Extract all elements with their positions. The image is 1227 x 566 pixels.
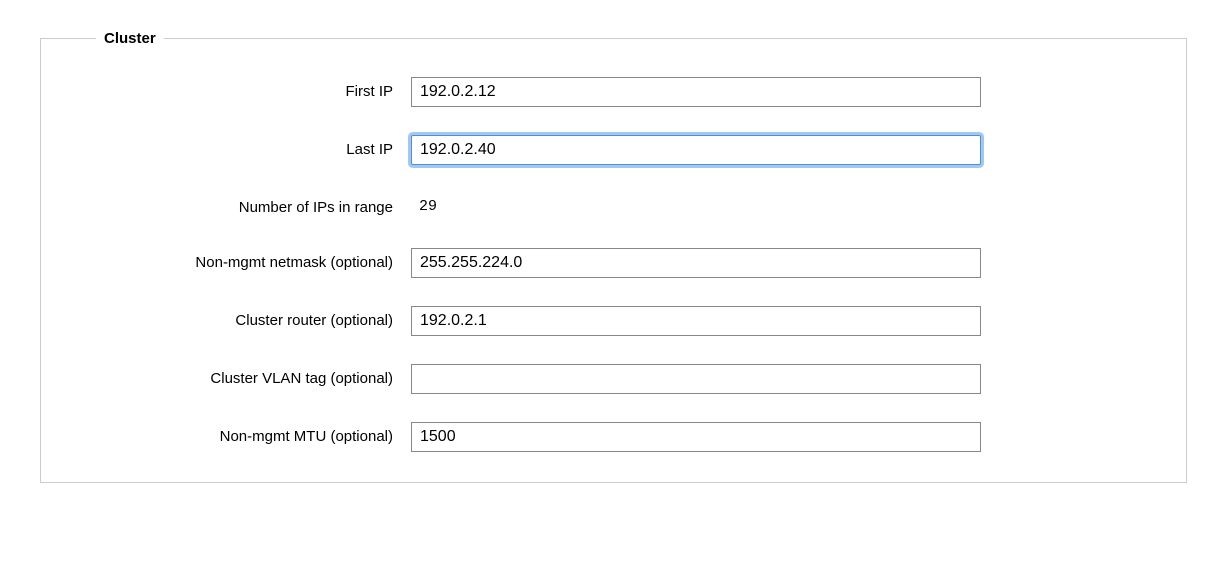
- non-mgmt-mtu-input[interactable]: [411, 422, 981, 452]
- cluster-legend: Cluster: [96, 30, 164, 47]
- row-non-mgmt-mtu: Non-mgmt MTU (optional): [71, 422, 1156, 452]
- first-ip-input[interactable]: [411, 77, 981, 107]
- last-ip-field-cell: [411, 135, 981, 165]
- non-mgmt-netmask-label: Non-mgmt netmask (optional): [71, 248, 411, 273]
- last-ip-input[interactable]: [411, 135, 981, 165]
- row-first-ip: First IP: [71, 77, 1156, 107]
- cluster-router-input[interactable]: [411, 306, 981, 336]
- cluster-router-label: Cluster router (optional): [71, 306, 411, 331]
- ip-count-label: Number of IPs in range: [71, 193, 411, 218]
- cluster-vlan-tag-label: Cluster VLAN tag (optional): [71, 364, 411, 389]
- non-mgmt-netmask-field-cell: [411, 248, 981, 278]
- cluster-router-field-cell: [411, 306, 981, 336]
- row-cluster-vlan-tag: Cluster VLAN tag (optional): [71, 364, 1156, 394]
- cluster-vlan-tag-input[interactable]: [411, 364, 981, 394]
- last-ip-label: Last IP: [71, 135, 411, 160]
- non-mgmt-mtu-field-cell: [411, 422, 981, 452]
- ip-count-value: 29: [411, 193, 445, 220]
- row-cluster-router: Cluster router (optional): [71, 306, 1156, 336]
- row-ip-count: Number of IPs in range 29: [71, 193, 1156, 220]
- cluster-fieldset: Cluster First IP Last IP Number of IPs i…: [40, 30, 1187, 483]
- first-ip-label: First IP: [71, 77, 411, 102]
- row-last-ip: Last IP: [71, 135, 1156, 165]
- cluster-vlan-tag-field-cell: [411, 364, 981, 394]
- row-non-mgmt-netmask: Non-mgmt netmask (optional): [71, 248, 1156, 278]
- ip-count-field-cell: 29: [411, 193, 981, 220]
- first-ip-field-cell: [411, 77, 981, 107]
- non-mgmt-mtu-label: Non-mgmt MTU (optional): [71, 422, 411, 447]
- non-mgmt-netmask-input[interactable]: [411, 248, 981, 278]
